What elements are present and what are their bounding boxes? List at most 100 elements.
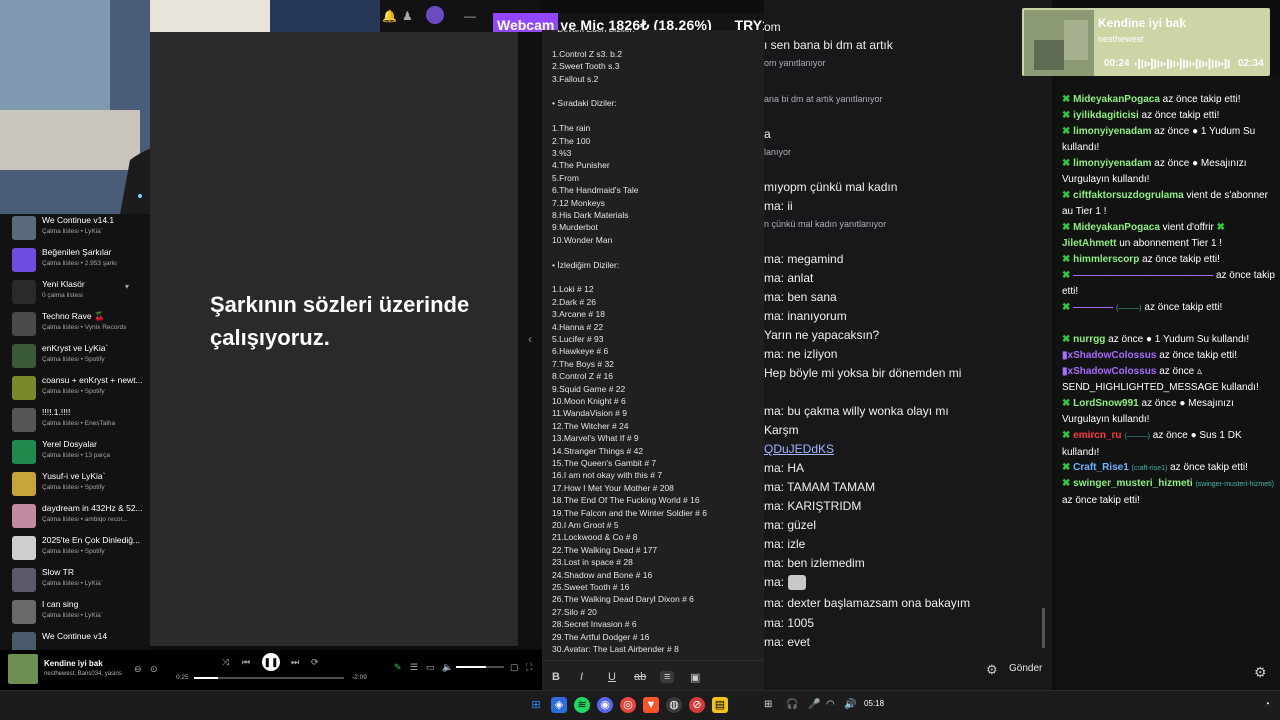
underline-button[interactable]: U [608, 671, 616, 683]
tray-icon[interactable]: ⊞ [764, 699, 772, 710]
sidebar-item[interactable]: 2025'te En Çok Dinlediğ... Çalma listesi … [0, 534, 150, 564]
sidebar-item[interactable]: We Continue v14 [0, 630, 150, 650]
start-icon[interactable]: ⊞ [528, 697, 544, 713]
mic-icon[interactable]: 🎤 [808, 699, 820, 710]
sidebar-item[interactable]: Beğenilen Şarkılar Çalma listesi • 2.953 … [0, 246, 150, 276]
shuffle-icon[interactable]: ⤨ [222, 657, 229, 668]
chat-message: ma: izle [764, 537, 805, 551]
sidebar-item[interactable]: coansu + enKryst + newt... Çalma listesi … [0, 374, 150, 404]
waveform-bar [1173, 61, 1176, 67]
waveform-bar [1202, 61, 1204, 67]
note-line: 8.Control Z # 16 [552, 371, 613, 382]
chat-text: ma: bu çakma willy wonka olayı mı [764, 404, 949, 418]
note-line: 6.The Handmaid's Tale [552, 185, 639, 196]
note-line: 20.I Am Groot # 5 [552, 520, 619, 530]
volume-icon[interactable]: 🔈 [442, 662, 453, 673]
avatar[interactable] [426, 6, 444, 24]
notes-document[interactable]: - Devam Eden Diziler: 1.Control Z s3. b.2… [542, 30, 764, 660]
sidebar-item[interactable]: !!!!.1.!!!! Çalma listesi • EnesTalha [0, 406, 150, 436]
add-icon[interactable]: ⊖ [134, 664, 142, 675]
mini-player-icon[interactable]: ▢ [510, 662, 519, 673]
chat-message: ı sen bana bi dm at artık [764, 38, 893, 52]
chat-text: ma: [764, 575, 785, 589]
playlist-subtitle: Çalma listesi • LyKia` [42, 612, 103, 619]
next-icon[interactable]: ⏭ [291, 657, 299, 668]
chat-text: mıyopm çünkü mal kadın [764, 180, 898, 194]
note-line: 16.I am not okay with this # 7 [552, 470, 663, 481]
playlist-title: Yusuf-i ve LyKia` [42, 471, 106, 481]
friends-icon[interactable]: ♟ [402, 9, 413, 23]
pause-button[interactable]: ❚❚ [262, 653, 280, 671]
sidebar-item[interactable]: I can sing Çalma listesi • LyKia` [0, 598, 150, 628]
wifi-icon[interactable]: ◠ [826, 699, 835, 710]
sidebar-item[interactable]: Slow TR Çalma listesi • LyKia` [0, 566, 150, 596]
waveform-bar [1189, 61, 1192, 67]
waveform-bar [1157, 60, 1160, 68]
player-artists[interactable]: nesthewest, Bans034, yasins [44, 671, 122, 677]
playlist-title: We Continue v14 [42, 631, 108, 641]
image-button[interactable]: ▣ [690, 671, 700, 684]
sidebar-item[interactable]: Yusuf-i ve LyKia` Çalma listesi • Spotify [0, 470, 150, 500]
gear-icon[interactable]: ⚙ [986, 662, 998, 678]
playlist-title: Slow TR [42, 567, 74, 577]
chat-message: Yarın ne yapacaksın? [764, 328, 879, 342]
chat-panel: om ı sen bana bi dm at artık om yanıtlanıy… [764, 0, 1052, 690]
player-track-title[interactable]: Kendine iyi bak [44, 659, 103, 668]
bell-icon[interactable]: 🔔 [382, 9, 397, 23]
volume-slider[interactable] [456, 666, 504, 668]
app-icon[interactable]: ⊘ [689, 697, 705, 713]
check-icon[interactable]: ⊙ [150, 664, 158, 675]
sidebar-item[interactable]: Techno Rave 🍒 Çalma listesi • Vynix Recor… [0, 310, 150, 340]
gear-icon[interactable]: ⚙ [1254, 664, 1267, 681]
progress-bar[interactable] [194, 677, 344, 679]
chevron-left-icon[interactable]: ‹ [528, 332, 532, 346]
send-button[interactable]: Gönder [1009, 663, 1042, 674]
sidebar-item[interactable]: Yerel Dosyalar Çalma listesi • 13 parça [0, 438, 150, 468]
chat-scrollbar[interactable] [1042, 608, 1045, 648]
note-line: 3.%3 [552, 148, 572, 158]
chevron-down-icon[interactable]: ▾ [125, 282, 129, 291]
waveform-bar [1141, 60, 1144, 68]
notifications-icon[interactable]: ◔ [1264, 699, 1270, 710]
alert-entry: ✖ ciftfaktorsuzdogrulama vient de s'abon… [1062, 190, 1268, 217]
playlist-subtitle: 0 çalma listesi [42, 292, 83, 299]
waveform-bar [1144, 61, 1147, 67]
sidebar-item[interactable]: daydream in 432Hz & 52... Çalma listesi •… [0, 502, 150, 532]
waveform-bar [1135, 62, 1137, 66]
discord-icon[interactable]: ◉ [597, 697, 613, 713]
list-button[interactable]: ≡ [660, 671, 675, 683]
device-icon[interactable]: ▭ [426, 662, 435, 673]
fullscreen-icon[interactable]: ⛶ [526, 662, 532, 673]
waveform-bar [1179, 58, 1182, 70]
note-line: 25.Sweet Tooth # 16 [552, 582, 630, 592]
widget-total: 02:34 [1238, 58, 1264, 69]
italic-button[interactable]: I [580, 671, 583, 683]
sidebar-item[interactable]: We Continue v14.1 Çalma listesi • LyKia` [0, 214, 150, 244]
minimize-icon[interactable]: — [464, 9, 476, 23]
playlist-title: We Continue v14.1 [42, 215, 115, 225]
repeat-icon[interactable]: ⟳ [311, 657, 319, 668]
speaker-icon[interactable]: 🔊 [844, 699, 856, 710]
brave-icon[interactable]: ▼ [643, 697, 659, 713]
strikethrough-button[interactable]: ab [634, 671, 646, 683]
spotify-icon[interactable]: ≋ [574, 697, 590, 713]
note-line: 10.Wonder Man [552, 234, 613, 245]
playlist-thumb [12, 248, 36, 272]
previous-icon[interactable]: ⏮ [242, 657, 250, 668]
chat-link[interactable]: QDuJEDdKS [764, 442, 834, 456]
note-line: 24.Shadow and Bone # 16 [552, 569, 653, 580]
obs-icon[interactable]: ◍ [666, 697, 682, 713]
playlist-subtitle: Çalma listesi • LyKia` [42, 228, 103, 235]
headset-icon[interactable]: 🎧 [786, 699, 798, 710]
queue-icon[interactable]: ☰ [410, 662, 418, 673]
sidebar-item[interactable]: enKryst ve LyKia` Çalma listesi • Spotify [0, 342, 150, 372]
now-playing-view-icon[interactable]: ✎ [394, 662, 402, 673]
waveform-bar [1167, 59, 1169, 69]
notes-app-icon[interactable]: ▤ [712, 697, 728, 713]
bold-button[interactable]: B [552, 671, 560, 683]
windows-taskbar: ⊞ ◈ ≋ ◉ ◎ ▼ ◍ ⊘ ▤ ⊞ 🎧 🎤 ◠ 🔊 05:18 ◔ [0, 690, 1280, 720]
chat-text: a [764, 127, 771, 141]
widgets-icon[interactable]: ◈ [551, 697, 567, 713]
chrome-icon[interactable]: ◎ [620, 697, 636, 713]
playlist-thumb [12, 408, 36, 432]
